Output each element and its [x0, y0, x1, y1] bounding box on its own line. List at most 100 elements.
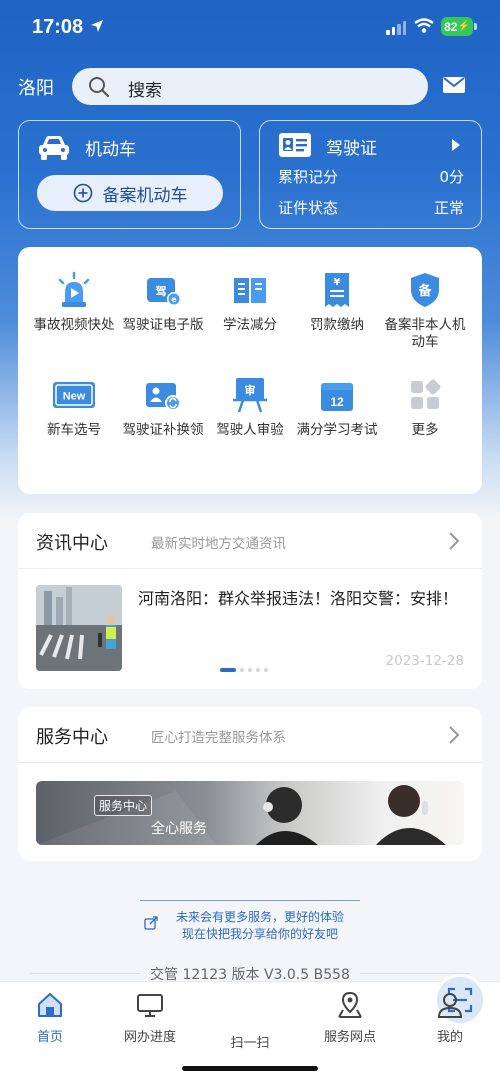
service-fine-payment[interactable]: ¥ 罚款缴纳: [294, 269, 380, 334]
review-board-icon: 审: [233, 378, 267, 413]
license-renew-icon: [146, 383, 181, 411]
service-label: 驾驶证电子版: [122, 317, 204, 333]
news-image: [36, 585, 122, 671]
map-pin-icon: [338, 991, 362, 1018]
service-label: 满分学习考试: [296, 422, 378, 438]
share-divider: [140, 900, 360, 901]
monitor-icon: [137, 994, 163, 1017]
license-points-value: 0分: [439, 168, 464, 186]
service-e-license[interactable]: 驾 e 驾驶证电子版: [120, 269, 206, 334]
share-line-2: 现在快把我分享给你的好友吧: [181, 927, 338, 941]
news-thumbnail[interactable]: [36, 585, 122, 671]
service-label: 备案非本人机动车: [384, 317, 466, 350]
share-icon: [144, 916, 158, 930]
news-center-title: 资讯中心: [36, 533, 108, 554]
service-banner[interactable]: 服务中心 全心服务: [36, 781, 464, 845]
signal-icon: [386, 21, 406, 35]
home-indicator: [182, 1066, 318, 1071]
news-date: 2023-12-28: [385, 653, 464, 669]
add-vehicle-label: 备案机动车: [102, 185, 188, 206]
service-center-subtitle: 匠心打造完整服务体系: [151, 730, 286, 746]
home-icon: [38, 993, 62, 1017]
status-time: 17:08: [32, 16, 84, 38]
city-selector[interactable]: 洛阳: [18, 74, 54, 100]
share-line-1: 未来会有更多服务，更好的体验: [175, 910, 344, 924]
service-driver-review[interactable]: 审 驾驶人审验: [207, 374, 293, 439]
license-status-value: 正常: [433, 199, 464, 217]
more-grid-icon: [411, 379, 441, 409]
siren-icon: [58, 271, 90, 307]
new-plate-icon: New: [53, 382, 95, 408]
svg-text:e: e: [171, 295, 177, 304]
user-icon: [437, 993, 463, 1018]
service-label: 学法减分: [223, 317, 277, 333]
service-study-points[interactable]: 学法减分: [207, 269, 293, 334]
shield-record-icon: 备: [411, 273, 439, 307]
add-vehicle-button[interactable]: 备案机动车: [37, 175, 223, 211]
tab-label: 我的: [436, 1030, 463, 1045]
license-points-row: 累积记分 0分: [278, 166, 464, 187]
service-new-plate[interactable]: New 新车选号: [31, 374, 117, 439]
service-more[interactable]: 更多: [382, 374, 468, 439]
license-title: 驾驶证: [326, 139, 377, 159]
tab-service-points[interactable]: 服务网点: [310, 990, 390, 1045]
svg-text:¥: ¥: [334, 277, 341, 288]
search-icon: [89, 77, 110, 98]
divider: [18, 762, 482, 763]
tab-progress[interactable]: 网办进度: [110, 990, 190, 1045]
service-label: 更多: [411, 422, 439, 438]
caret-right-icon: [452, 139, 460, 151]
calendar-12-icon: 12: [321, 383, 353, 411]
service-label: 事故视频快处: [33, 317, 115, 333]
svg-text:驾: 驾: [155, 284, 167, 298]
chevron-right-icon[interactable]: [448, 531, 460, 551]
news-center-card: 资讯中心 最新实时地方交通资讯 河南洛阳：群众举报违法！洛阳交警：安排！ 202…: [18, 513, 482, 689]
news-headline[interactable]: 河南洛阳：群众举报违法！洛阳交警：安排！: [138, 587, 458, 611]
battery-level: 82: [444, 19, 458, 34]
carousel-dots: [220, 668, 268, 672]
license-status-label: 证件状态: [278, 199, 339, 217]
plus-circle-icon: [73, 183, 92, 203]
svg-text:New: New: [63, 391, 86, 403]
svg-text:12: 12: [330, 395, 344, 409]
license-status-row: 证件状态 正常: [278, 197, 464, 218]
service-full-score-exam[interactable]: 12 满分学习考试: [294, 374, 380, 439]
banner-text: 全心服务: [151, 821, 207, 837]
banner-badge: 服务中心: [94, 795, 153, 816]
license-points-label: 累积记分: [278, 168, 339, 186]
tab-home[interactable]: 首页: [10, 990, 90, 1045]
battery-tip: [474, 23, 477, 30]
tab-label: 网办进度: [123, 1030, 176, 1045]
services-grid: 事故视频快处 驾 e 驾驶证电子版 学法减分 ¥ 罚款缴纳 备 备案非本人机动车…: [18, 247, 482, 494]
vehicle-card[interactable]: 机动车 备案机动车: [18, 120, 241, 229]
wifi-icon: [414, 18, 434, 33]
tab-label: 服务网点: [323, 1030, 376, 1045]
service-license-renew[interactable]: 驾驶证补换领: [120, 374, 206, 439]
service-center-card: 服务中心 匠心打造完整服务体系 服务中心 全心服务: [18, 707, 482, 861]
vehicle-title: 机动车: [85, 140, 136, 160]
tab-label: 扫一扫: [230, 1036, 270, 1051]
svg-text:备: 备: [417, 283, 432, 299]
tab-scan[interactable]: 扫一扫: [210, 974, 486, 1051]
service-label: 驾驶人审验: [216, 422, 284, 438]
mail-icon[interactable]: [442, 75, 466, 95]
location-arrow-icon: [91, 20, 103, 32]
search-bar[interactable]: 搜索: [72, 68, 428, 105]
tab-profile[interactable]: 我的: [410, 990, 490, 1045]
fine-receipt-icon: ¥: [325, 273, 349, 307]
service-label: 新车选号: [47, 422, 101, 438]
tab-label: 首页: [36, 1030, 63, 1045]
book-icon: [234, 278, 266, 303]
news-center-subtitle: 最新实时地方交通资讯: [151, 536, 286, 552]
svg-text:审: 审: [245, 383, 256, 397]
chevron-right-icon[interactable]: [448, 725, 460, 745]
license-card[interactable]: 驾驶证 累积记分 0分 证件状态 正常: [259, 120, 482, 229]
service-record-other-vehicle[interactable]: 备 备案非本人机动车: [382, 269, 468, 351]
car-icon: [39, 136, 69, 160]
search-placeholder: 搜索: [128, 81, 162, 101]
id-card-icon: [279, 133, 311, 157]
service-accident-video[interactable]: 事故视频快处: [31, 269, 117, 334]
battery-indicator: 82 ⚡: [441, 17, 473, 36]
status-bar: 17:08 82 ⚡: [0, 0, 500, 54]
share-prompt[interactable]: 未来会有更多服务，更好的体验 现在快把我分享给你的好友吧: [130, 900, 370, 943]
